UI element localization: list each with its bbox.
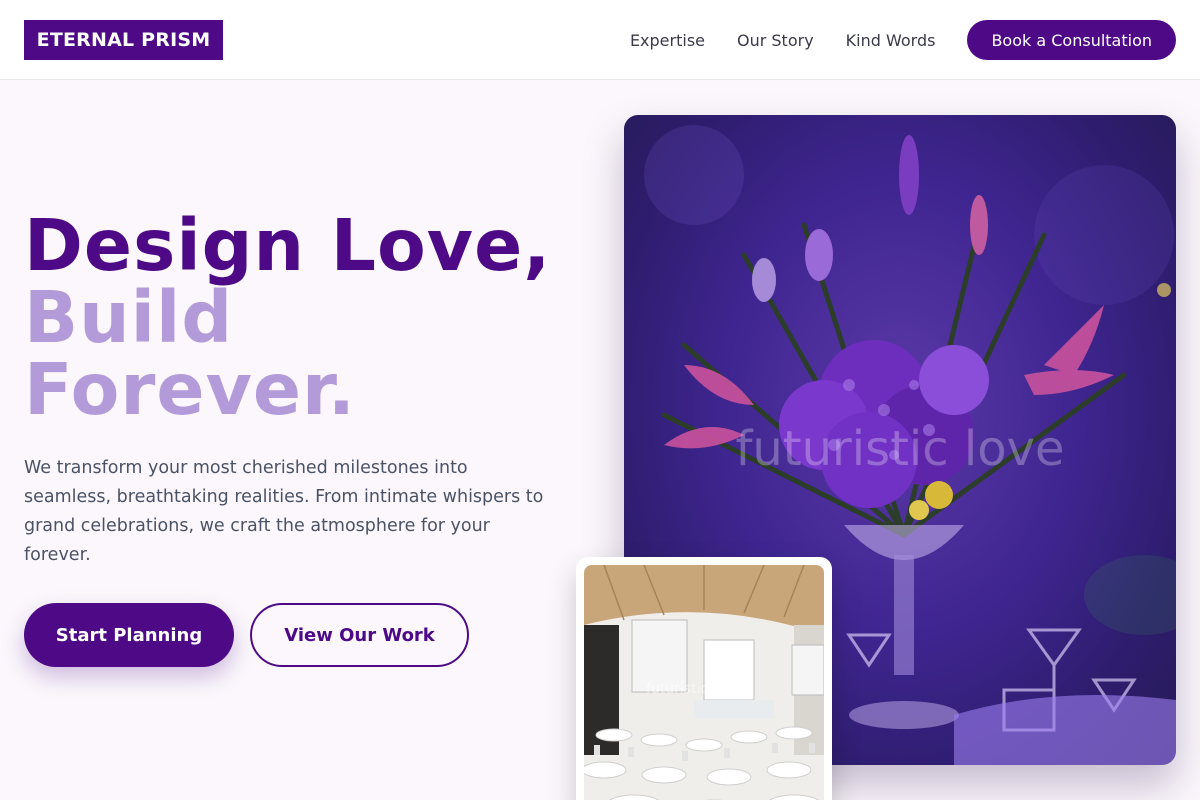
nav-link-expertise[interactable]: Expertise: [630, 31, 705, 50]
hero-intro-text: We transform your most cherished milesto…: [24, 458, 544, 565]
book-consultation-button[interactable]: Book a Consultation: [967, 20, 1176, 60]
main-image-watermark: futuristic love: [735, 421, 1064, 477]
venue-photo-card: futuristic love: [576, 557, 832, 800]
nav-link-kind-words[interactable]: Kind Words: [846, 31, 936, 50]
view-our-work-button[interactable]: View Our Work: [250, 603, 469, 667]
hero-headline: Design Love, Build Forever.: [24, 210, 551, 426]
headline-line-2: Build: [24, 276, 234, 359]
top-navigation-bar: ETERNAL PRISM Expertise Our Story Kind W…: [0, 0, 1200, 80]
start-planning-button[interactable]: Start Planning: [24, 603, 234, 667]
nav-link-our-story[interactable]: Our Story: [737, 31, 814, 50]
main-nav: Expertise Our Story Kind Words Book a Co…: [630, 20, 1176, 60]
headline-line-1: Design Love,: [24, 204, 552, 287]
venue-image-watermark: futuristic love: [646, 681, 742, 697]
brand-logo[interactable]: ETERNAL PRISM: [24, 20, 223, 60]
headline-line-3: Forever.: [24, 348, 356, 431]
venue-hall-image: futuristic love: [584, 565, 824, 800]
